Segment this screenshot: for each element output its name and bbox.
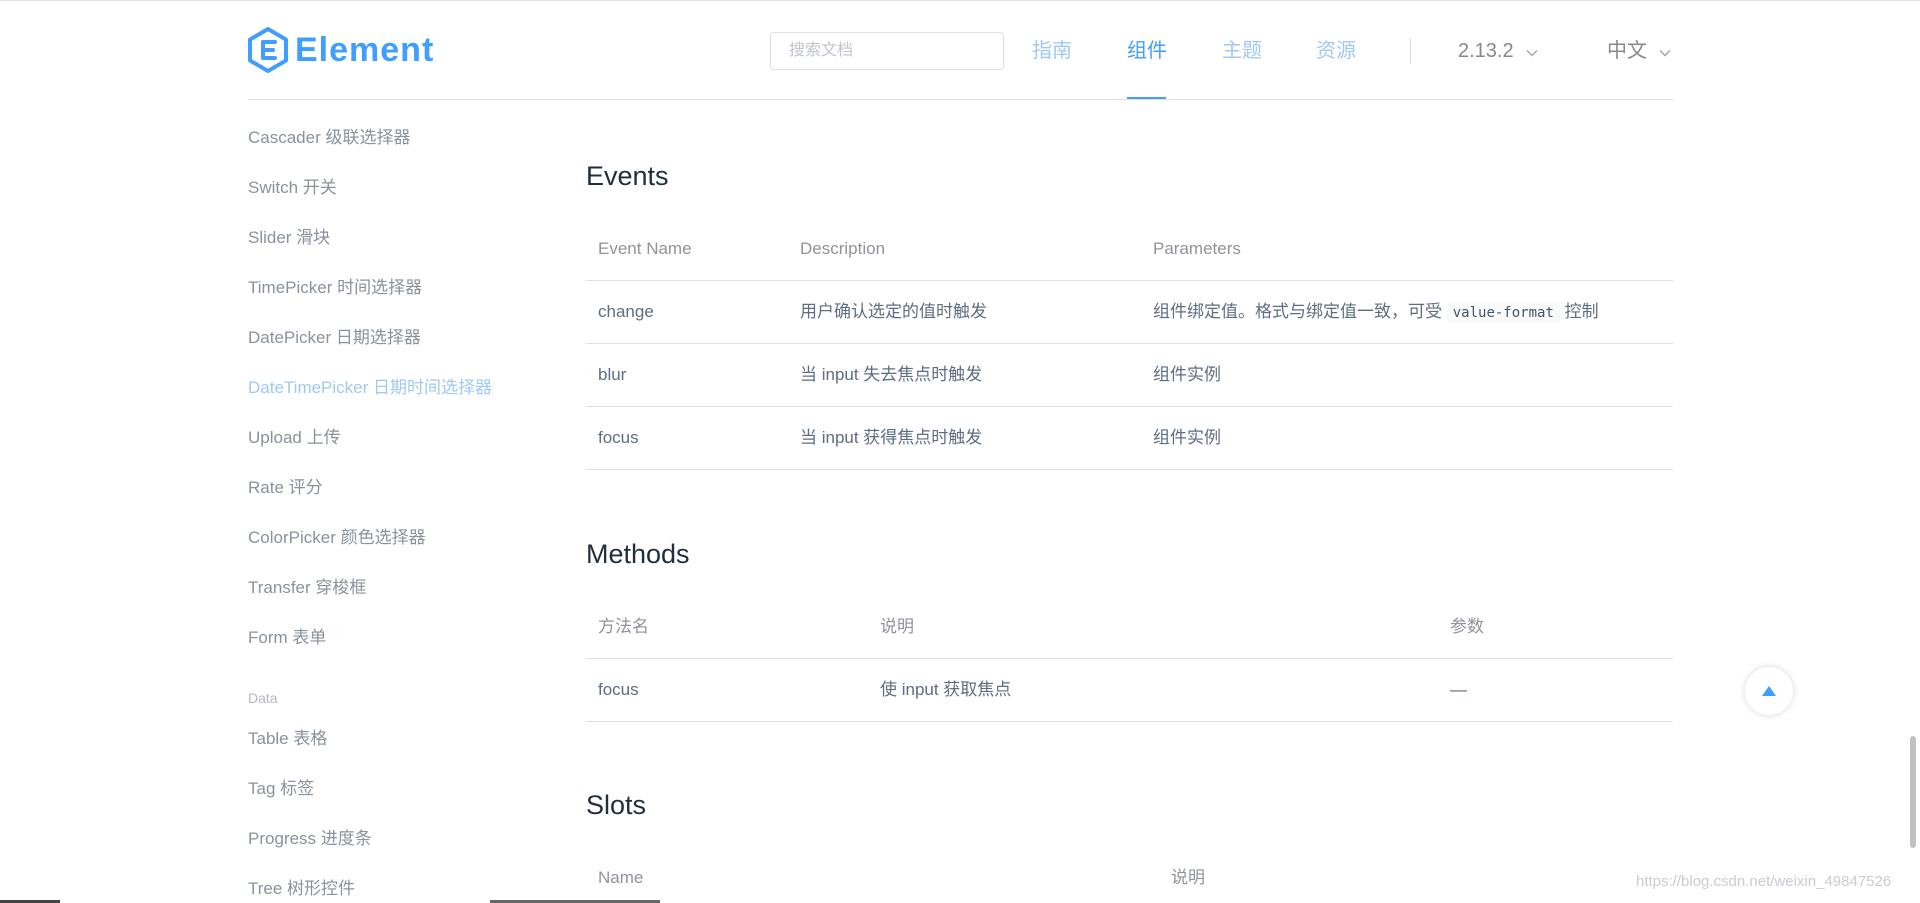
sidebar-item-colorpicker[interactable]: ColorPicker 颜色选择器: [248, 526, 426, 550]
nav-guide[interactable]: 指南: [1032, 36, 1072, 66]
param-code: value-format: [1446, 303, 1560, 323]
element-logo-icon: [248, 27, 288, 73]
sidebar-item-cascader[interactable]: Cascader 级联选择器: [248, 126, 410, 150]
version-dropdown[interactable]: 2.13.2: [1458, 36, 1538, 66]
event-parameters: 组件实例: [1153, 365, 1221, 384]
sidebar-item-progress[interactable]: Progress 进度条: [248, 827, 372, 851]
table-row: change 用户确认选定的值时触发 组件绑定值。格式与绑定值一致，可受 val…: [586, 280, 1673, 344]
table-row: blur 当 input 失去焦点时触发 组件实例: [586, 343, 1673, 407]
sidebar-group-label: Data: [248, 690, 278, 706]
sidebar-item-datepicker[interactable]: DatePicker 日期选择器: [248, 326, 421, 350]
event-description: 当 input 获得焦点时触发: [800, 428, 983, 447]
header-cell: Description: [800, 239, 886, 258]
event-description: 当 input 失去焦点时触发: [800, 365, 983, 384]
events-title: Events: [586, 161, 669, 191]
sidebar-item-datetimepicker[interactable]: DateTimePicker 日期时间选择器: [248, 376, 492, 400]
param-text: 控制: [1564, 302, 1599, 321]
language-dropdown[interactable]: 中文: [1607, 36, 1671, 66]
header-cell: Name: [598, 868, 644, 887]
watermark: https://blog.csdn.net/weixin_49847526: [1636, 873, 1892, 890]
back-to-top-button[interactable]: [1744, 666, 1794, 716]
caret-up-icon: [1762, 686, 1776, 696]
sidebar-item-switch[interactable]: Switch 开关: [248, 176, 337, 200]
sidebar-item-tag[interactable]: Tag 标签: [248, 777, 314, 801]
site-logo[interactable]: Element: [247, 26, 434, 74]
event-name: blur: [598, 365, 627, 384]
nav-components[interactable]: 组件: [1127, 36, 1167, 66]
header-cell: 方法名: [598, 617, 649, 636]
sidebar-item-table[interactable]: Table 表格: [248, 727, 327, 751]
nav-divider: [1410, 38, 1411, 64]
slots-title: Slots: [586, 790, 647, 820]
event-name: change: [598, 302, 654, 321]
sidebar-item-transfer[interactable]: Transfer 穿梭框: [248, 576, 366, 600]
chevron-down-icon: [1659, 36, 1671, 66]
sidebar-item-form[interactable]: Form 表单: [248, 626, 326, 650]
logo-text: Element: [295, 31, 435, 69]
version-label: 2.13.2: [1458, 40, 1514, 62]
header-divider: [248, 99, 1673, 100]
table-row: focus 使 input 获取焦点 —: [586, 658, 1673, 722]
event-name: focus: [598, 428, 639, 447]
nav-resources[interactable]: 资源: [1316, 36, 1356, 66]
site-header: Element 指南 组件 主题 资源 2.13.2 中文: [0, 0, 1920, 100]
slots-table: Name 说明: [586, 846, 1673, 903]
method-params: —: [1450, 680, 1467, 699]
scrollbar-thumb[interactable]: [1910, 736, 1916, 848]
header-cell: 说明: [880, 617, 914, 636]
header-cell: Parameters: [1153, 239, 1241, 258]
header-cell: Event Name: [598, 239, 692, 258]
table-header-row: 方法名 说明 参数: [586, 595, 1673, 659]
sidebar-item-slider[interactable]: Slider 滑块: [248, 226, 330, 250]
event-description: 用户确认选定的值时触发: [800, 302, 987, 321]
language-label: 中文: [1607, 40, 1647, 62]
header-cell: 参数: [1450, 617, 1484, 636]
table-header-row: Name 说明: [586, 846, 1673, 903]
chevron-down-icon: [1526, 36, 1538, 66]
methods-title: Methods: [586, 539, 690, 569]
sidebar-item-upload[interactable]: Upload 上传: [248, 426, 341, 450]
param-text: 组件绑定值。格式与绑定值一致，可受: [1153, 302, 1442, 321]
sidebar-item-tree[interactable]: Tree 树形控件: [248, 877, 355, 901]
header-cell: 说明: [1171, 868, 1205, 887]
nav-theme[interactable]: 主题: [1222, 36, 1262, 66]
sidebar-item-rate[interactable]: Rate 评分: [248, 476, 323, 500]
method-description: 使 input 获取焦点: [880, 680, 1012, 699]
method-name: focus: [598, 680, 639, 699]
table-row: focus 当 input 获得焦点时触发 组件实例: [586, 406, 1673, 470]
event-parameters: 组件绑定值。格式与绑定值一致，可受 value-format 控制: [1153, 280, 1599, 345]
search-input[interactable]: [770, 32, 1004, 70]
sidebar-item-timepicker[interactable]: TimePicker 时间选择器: [248, 276, 422, 300]
event-parameters: 组件实例: [1153, 428, 1221, 447]
table-header-row: Event Name Description Parameters: [586, 217, 1673, 281]
